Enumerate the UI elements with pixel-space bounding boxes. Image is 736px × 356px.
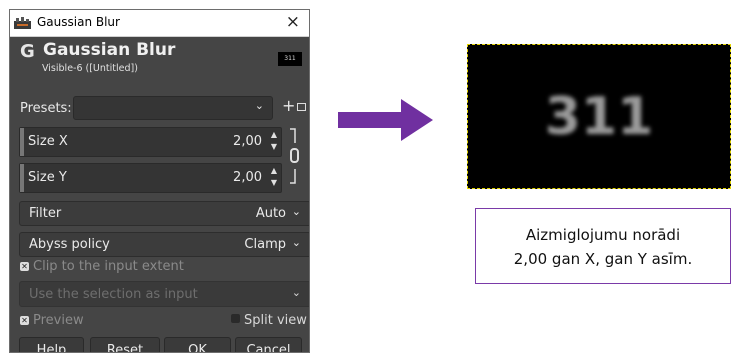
size-y-label: Size Y: [28, 170, 67, 185]
chevron-down-icon: ⌄: [254, 99, 264, 112]
blur-preview-image: 311: [467, 44, 731, 189]
selection-input-label: Use the selection as input: [29, 287, 198, 302]
dialog-header: G Gaussian Blur Visible-6 ([Untitled]) 3…: [10, 37, 309, 87]
clip-extent-label: Clip to the input extent: [33, 259, 184, 274]
presets-dropdown[interactable]: ⌄: [73, 96, 273, 120]
checkbox-icon: [231, 314, 240, 323]
gimp-icon: [14, 17, 31, 29]
chain-link-icon[interactable]: [286, 127, 302, 187]
ok-button[interactable]: OK: [164, 337, 231, 352]
preset-menu-icon[interactable]: [297, 103, 306, 111]
spin-arrows-icon[interactable]: ▲ ▼: [271, 165, 277, 189]
clip-extent-checkbox[interactable]: ✕ Clip to the input extent: [20, 259, 184, 274]
abyss-policy-label: Abyss policy: [29, 237, 110, 252]
chevron-down-icon: ⌄: [291, 286, 301, 299]
add-preset-button[interactable]: +: [282, 96, 295, 115]
selection-input-dropdown[interactable]: Use the selection as input ⌄: [19, 281, 309, 307]
abyss-policy-value: Clamp: [244, 237, 286, 252]
note-line-2: 2,00 gan X, gan Y asīm.: [513, 250, 693, 268]
abyss-policy-dropdown[interactable]: Abyss policy Clamp ⌄: [19, 232, 309, 257]
instruction-note: Aizmiglojumu norādi 2,00 gan X, gan Y as…: [475, 208, 731, 284]
blurred-number: 311: [544, 87, 654, 147]
reset-button[interactable]: Reset: [90, 337, 160, 352]
slider-bar: [20, 128, 24, 156]
chevron-down-icon: ⌄: [291, 205, 301, 218]
note-line-1: Aizmiglojumu norādi: [525, 226, 681, 244]
header-title: Gaussian Blur: [43, 40, 176, 60]
filter-value: Auto: [255, 206, 286, 221]
close-button[interactable]: ×: [286, 12, 300, 32]
help-button[interactable]: Help: [19, 337, 84, 352]
presets-label: Presets:: [20, 101, 72, 116]
right-arrow-icon: [338, 99, 433, 141]
spin-arrows-icon[interactable]: ▲ ▼: [271, 129, 277, 153]
header-subtitle: Visible-6 ([Untitled]): [42, 63, 138, 74]
layer-thumbnail: 311: [278, 52, 302, 66]
split-view-checkbox[interactable]: Split view: [231, 313, 307, 328]
filter-dropdown[interactable]: Filter Auto ⌄: [19, 201, 309, 226]
gegl-icon: G: [20, 41, 35, 62]
filter-label: Filter: [29, 206, 62, 221]
size-x-label: Size X: [28, 134, 68, 149]
preview-label: Preview: [33, 313, 84, 328]
slider-bar: [20, 164, 24, 192]
window-titlebar: Gaussian Blur ×: [10, 10, 309, 37]
preview-checkbox[interactable]: ✕ Preview: [20, 313, 84, 328]
split-view-label: Split view: [244, 313, 307, 328]
chevron-down-icon: ⌄: [291, 236, 301, 249]
cancel-button[interactable]: Cancel: [235, 337, 302, 352]
checkbox-icon: ✕: [20, 316, 29, 325]
size-x-value[interactable]: 2,00: [233, 134, 262, 149]
size-y-value[interactable]: 2,00: [233, 170, 262, 185]
size-x-spinner[interactable]: Size X 2,00 ▲ ▼: [19, 127, 282, 157]
checkbox-icon: ✕: [20, 262, 29, 271]
gaussian-blur-dialog: Gaussian Blur × G Gaussian Blur Visible-…: [9, 9, 310, 353]
window-title: Gaussian Blur: [37, 15, 120, 29]
size-y-spinner[interactable]: Size Y 2,00 ▲ ▼: [19, 163, 282, 193]
